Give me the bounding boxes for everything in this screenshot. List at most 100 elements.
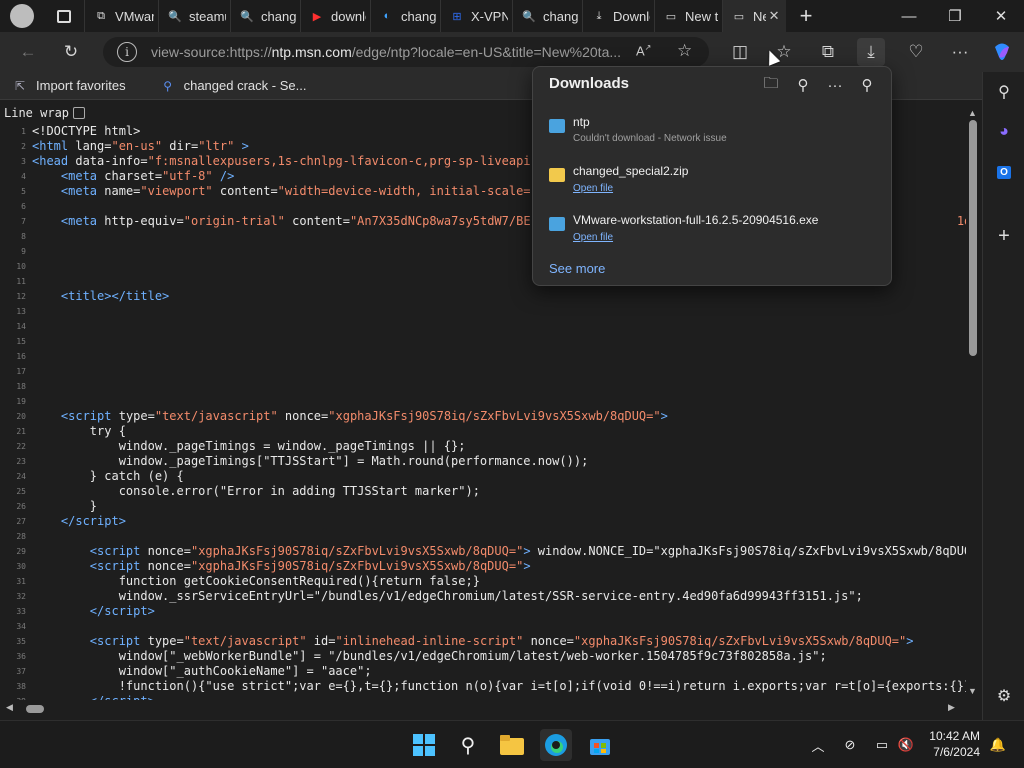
settings-more-button[interactable]: ···: [946, 38, 974, 66]
line-number: 8: [21, 232, 26, 241]
copilot-sidebar-icon[interactable]: ◕: [992, 120, 1016, 144]
downloads-button[interactable]: ⤓: [857, 38, 885, 66]
favorite-star-icon[interactable]: ☆: [677, 41, 692, 61]
add-sidebar-app-icon[interactable]: +: [992, 224, 1016, 248]
line-code: <title></title>: [60, 289, 170, 303]
horizontal-scrollbar[interactable]: ◀ ▶: [0, 702, 966, 716]
display-icon[interactable]: ▭: [872, 735, 892, 755]
line-wrap-checkbox[interactable]: [73, 107, 86, 119]
tab-label: X-VPN: [471, 8, 508, 24]
tab[interactable]: 🔍 steamu: [158, 0, 230, 32]
address-bar[interactable]: i view-source:https://ntp.msn.com/edge/n…: [103, 37, 709, 67]
line-wrap-toggle[interactable]: Line wrap: [4, 106, 86, 120]
outlook-icon[interactable]: O: [992, 160, 1016, 184]
more-options-icon[interactable]: ···: [823, 73, 847, 97]
favorite-search-link[interactable]: ⚲ changed crack - Se...: [160, 78, 306, 94]
line-code: <html lang="en-us" dir="ltr" >: [32, 139, 249, 153]
tab[interactable]: ▭ Ne✕: [722, 0, 786, 32]
download-item[interactable]: ntp Couldn't download - Network issue: [533, 111, 893, 157]
favorite-label: Import favorites: [36, 78, 126, 93]
scroll-down-icon[interactable]: ▼: [968, 686, 977, 696]
vertical-scrollbar[interactable]: ▲ ▼: [966, 108, 980, 700]
start-button[interactable]: [408, 729, 440, 761]
source-line: 39 </script>: [0, 694, 966, 700]
network-icon[interactable]: ⊘: [840, 735, 860, 755]
tab[interactable]: ▭ New ta: [654, 0, 722, 32]
clock[interactable]: 10:42 AM 7/6/2024: [929, 728, 980, 760]
edge-taskbar-icon[interactable]: [540, 729, 572, 761]
avatar: [10, 4, 34, 28]
notification-bell-icon[interactable]: 🔔: [988, 735, 1008, 755]
download-item[interactable]: changed_special2.zip Open file: [533, 160, 893, 206]
sidebar-settings-icon[interactable]: ⚙: [992, 684, 1016, 708]
info-icon[interactable]: i: [117, 42, 137, 62]
line-code: window["_webWorkerBundle"] = "/bundles/v…: [32, 649, 827, 663]
tab-strip: ⧉ VMwar 🔍 steamu 🔍 change ▶ downlc ◐ change ⊞ X-VPN…: [0, 0, 1024, 32]
source-line: 28: [0, 529, 966, 544]
microsoft-store-icon[interactable]: [584, 729, 616, 761]
scrollbar-thumb[interactable]: [26, 705, 44, 713]
line-wrap-label: Line wrap: [4, 106, 70, 120]
copilot-button[interactable]: [988, 38, 1016, 66]
scroll-left-icon[interactable]: ◀: [6, 702, 13, 713]
pin-icon[interactable]: ⚲: [855, 73, 879, 97]
close-tab-icon[interactable]: ✕: [766, 8, 782, 24]
taskbar: ⚲ ︿ ⊘ ▭ 🔇 10:42 AM 7/6/2024 🔔: [0, 720, 1024, 768]
search-icon: ⚲: [163, 78, 172, 93]
back-button[interactable]: ←: [14, 38, 42, 66]
volume-icon[interactable]: 🔇: [896, 735, 916, 755]
new-tab-button[interactable]: +: [786, 3, 826, 29]
failed-file-icon: [549, 119, 565, 133]
tab-actions-icon: [57, 9, 71, 23]
scrollbar-thumb[interactable]: [969, 120, 977, 356]
search-taskbar-icon[interactable]: ⚲: [452, 729, 484, 761]
line-code: <script nonce="xgphaJKsFsj90S78iq/sZxFbv…: [89, 544, 966, 558]
open-downloads-folder-icon[interactable]: 🗀: [759, 73, 783, 97]
line-number: 24: [16, 472, 26, 481]
line-code: console.error("Error in adding TTJSStart…: [32, 484, 480, 498]
open-file-link[interactable]: Open file: [573, 183, 613, 194]
download-item[interactable]: VMware-workstation-full-16.2.5-20904516.…: [533, 209, 893, 255]
tab-actions-button[interactable]: [44, 0, 84, 32]
line-code: </script>: [32, 694, 155, 700]
tab[interactable]: 🔍 change: [230, 0, 300, 32]
line-number: 17: [16, 367, 26, 376]
close-window-button[interactable]: ✕: [978, 0, 1024, 32]
file-explorer-icon[interactable]: [496, 729, 528, 761]
tab[interactable]: ◐ change: [370, 0, 440, 32]
search-downloads-icon[interactable]: ⚲: [791, 73, 815, 97]
download-status: Couldn't download - Network issue: [573, 133, 727, 144]
read-aloud-icon[interactable]: A↗: [636, 43, 651, 58]
edge-icon: ◐: [383, 10, 391, 22]
line-number: 20: [16, 412, 26, 421]
minimize-button[interactable]: —: [886, 0, 932, 32]
tab[interactable]: ⤓ Downlc: [582, 0, 654, 32]
scroll-up-icon[interactable]: ▲: [968, 108, 977, 118]
import-favorites-link[interactable]: ⇱ Import favorites: [12, 78, 126, 94]
tab[interactable]: 🔍 change: [512, 0, 582, 32]
refresh-button[interactable]: ↻: [57, 38, 85, 66]
search-icon[interactable]: ⚲: [992, 80, 1016, 104]
address-url[interactable]: view-source:https://ntp.msn.com/edge/ntp…: [151, 44, 631, 60]
source-line: 24 } catch (e) {: [0, 469, 966, 484]
collections-button[interactable]: ⧉: [814, 38, 842, 66]
line-number: 37: [16, 667, 26, 676]
line-number: 33: [16, 607, 26, 616]
line-number: 10: [16, 262, 26, 271]
tab[interactable]: ⊞ X-VPN: [440, 0, 512, 32]
scroll-right-icon[interactable]: ▶: [948, 702, 955, 713]
profile-button[interactable]: [0, 0, 44, 32]
line-number: 6: [21, 202, 26, 211]
search-icon: 🔍: [168, 10, 182, 23]
tab[interactable]: ▶ downlc: [300, 0, 370, 32]
tab-label: Downlc: [613, 8, 650, 24]
open-file-link[interactable]: Open file: [573, 232, 613, 243]
show-hidden-icons[interactable]: ︿: [808, 735, 828, 755]
browser-essentials-button[interactable]: ♡: [902, 38, 930, 66]
source-line: 29 <script nonce="xgphaJKsFsj90S78iq/sZx…: [0, 544, 966, 559]
split-screen-button[interactable]: ◫: [726, 38, 754, 66]
newtab-icon: ▭: [733, 10, 745, 23]
restore-button[interactable]: ❐: [932, 0, 978, 32]
see-more-link[interactable]: See more: [549, 261, 605, 276]
tab[interactable]: ⧉ VMwar: [84, 0, 158, 32]
